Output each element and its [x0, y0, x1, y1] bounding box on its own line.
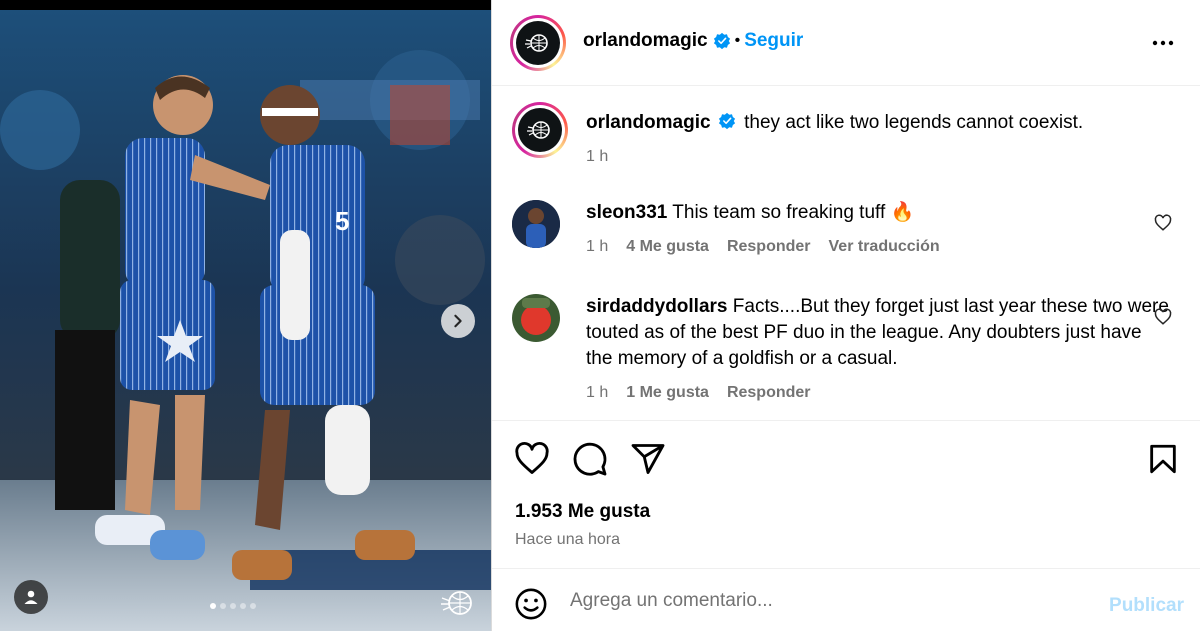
comment-username[interactable]: sleon331: [586, 202, 667, 223]
caption-text: they act like two legends cannot coexist…: [744, 112, 1084, 133]
carousel-dot: [230, 603, 236, 609]
post-photo: 5: [0, 10, 491, 631]
comment-meta: 1 h 4 Me gusta Responder Ver traducción: [586, 234, 1172, 260]
comment-body: sirdaddydollars Facts....But they forget…: [586, 294, 1172, 406]
comment-username[interactable]: sirdaddydollars: [586, 296, 728, 317]
post-timestamp[interactable]: Hace una hora: [515, 531, 620, 549]
reply-button[interactable]: Responder: [727, 234, 811, 260]
caption-time[interactable]: 1 h: [586, 144, 608, 170]
emoji-icon: [515, 588, 547, 620]
comment-time[interactable]: 1 h: [586, 380, 608, 406]
avatar-image: [512, 200, 560, 248]
comment-item: sirdaddydollars Facts....But they forget…: [512, 294, 1172, 414]
post-media[interactable]: 5: [0, 0, 491, 631]
heart-icon[interactable]: [1154, 214, 1172, 232]
bookmark-icon: [1150, 444, 1176, 474]
likes-count[interactable]: 1.953 Me gusta: [515, 501, 650, 523]
team-logo-icon: [527, 121, 550, 139]
heart-icon[interactable]: [1154, 308, 1172, 326]
chevron-right-icon: [454, 314, 462, 328]
caption-author-avatar[interactable]: [512, 102, 568, 158]
translate-button[interactable]: Ver traducción: [829, 234, 940, 260]
header-separator: •: [734, 32, 741, 49]
carousel-dot: [250, 603, 256, 609]
carousel-indicator: [210, 603, 256, 609]
publish-button[interactable]: Publicar: [1109, 595, 1184, 617]
reply-button[interactable]: Responder: [727, 380, 811, 406]
carousel-dot: [210, 603, 216, 609]
post-details-pane: orlandomagic • Seguir orlandomagic they …: [492, 0, 1200, 631]
emoji-button[interactable]: [514, 587, 548, 626]
author-username[interactable]: orlandomagic: [583, 30, 708, 52]
comment-text: This team so freaking tuff 🔥: [672, 202, 915, 223]
caption-body: orlandomagic they act like two legends c…: [586, 110, 1172, 170]
comments-list[interactable]: orlandomagic they act like two legends c…: [492, 86, 1200, 420]
heart-icon: [515, 442, 549, 474]
team-logo-icon: [525, 34, 548, 52]
follow-button[interactable]: Seguir: [744, 30, 803, 52]
verified-badge-icon: [713, 32, 730, 50]
post-actions: 1.953 Me gusta Hace una hora: [492, 420, 1200, 568]
media-top-bar: [0, 0, 491, 10]
post-header: orlandomagic • Seguir: [492, 0, 1200, 86]
svg-text:5: 5: [335, 206, 349, 236]
verified-badge-icon: [718, 112, 735, 130]
caption-username[interactable]: orlandomagic: [586, 112, 711, 133]
share-button[interactable]: [630, 441, 666, 482]
caption-meta: 1 h: [586, 144, 1172, 170]
comment-composer: Publicar: [492, 568, 1200, 631]
comment-icon: [573, 442, 607, 476]
user-tag-icon: [24, 590, 38, 604]
comment-likes[interactable]: 4 Me gusta: [626, 234, 709, 260]
comment-button[interactable]: [572, 441, 608, 482]
tagged-users-button[interactable]: [14, 580, 48, 614]
comment-item: sleon331 This team so freaking tuff 🔥 1 …: [512, 200, 1172, 270]
share-icon: [631, 444, 665, 474]
commenter-avatar[interactable]: [512, 294, 560, 342]
carousel-dot: [240, 603, 246, 609]
comment-input[interactable]: [570, 585, 1090, 617]
comment-likes[interactable]: 1 Me gusta: [626, 380, 709, 406]
caption-row: orlandomagic they act like two legends c…: [512, 102, 1172, 172]
comment-meta: 1 h 1 Me gusta Responder: [586, 380, 1172, 406]
like-button[interactable]: [514, 441, 550, 482]
comment-time[interactable]: 1 h: [586, 234, 608, 260]
action-icons: [514, 441, 666, 482]
team-watermark-logo: [441, 591, 472, 615]
comment-body: sleon331 This team so freaking tuff 🔥 1 …: [586, 200, 1172, 260]
carousel-next-button[interactable]: [441, 304, 475, 338]
avatar-image: [512, 294, 560, 342]
more-options-icon[interactable]: [1150, 30, 1176, 56]
save-button[interactable]: [1146, 441, 1180, 482]
carousel-dot: [220, 603, 226, 609]
commenter-avatar[interactable]: [512, 200, 560, 248]
author-avatar[interactable]: [510, 15, 566, 71]
